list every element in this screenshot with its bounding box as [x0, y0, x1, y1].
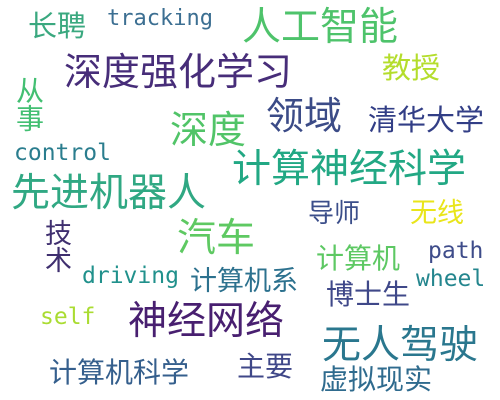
word-wuren-jiashi: 无人驾驶: [322, 323, 479, 368]
word-shenjing-wangluo: 神经网络: [128, 299, 285, 344]
word-cloud: 长聘 tracking 人工智能 深度强化学习 教授 从事 深度 领域 清华大学…: [0, 0, 500, 400]
word-rengong-zhineng: 人工智能: [242, 5, 399, 50]
word-driving: driving: [82, 263, 179, 289]
word-congshi: 从事: [12, 76, 45, 132]
word-tracking: tracking: [107, 6, 213, 31]
word-jisuanji-xi: 计算机系: [190, 266, 298, 297]
word-shendu-qianghua-xuexi: 深度强化学习: [64, 50, 293, 94]
word-wuxian: 无线: [410, 198, 464, 229]
word-shendu: 深度: [170, 108, 247, 152]
word-daoshi: 导师: [308, 199, 361, 229]
word-jisuanji: 计算机: [316, 242, 401, 275]
word-zhuyao: 主要: [237, 350, 294, 383]
word-changpin: 长聘: [28, 9, 87, 43]
word-xuni-xianshi: 虚拟现实: [320, 363, 433, 396]
word-control: control: [14, 140, 111, 166]
word-wheel: wheel: [416, 266, 486, 292]
word-xianjin-jiqiren: 先进机器人: [11, 171, 207, 216]
word-qinghua-daxue: 清华大学: [368, 103, 485, 137]
word-jisuanji-kexue: 计算机科学: [49, 356, 190, 389]
word-boshisheng: 博士生: [326, 278, 411, 311]
word-self: self: [40, 304, 96, 330]
word-lingyu: 领域: [266, 94, 343, 138]
word-qiche: 汽车: [177, 216, 256, 261]
word-path: path: [428, 238, 484, 264]
word-jisuan-shenjing-kexue: 计算神经科学: [232, 147, 467, 192]
word-jishu: 技术: [40, 219, 71, 273]
word-jiaoshou: 教授: [382, 51, 441, 85]
